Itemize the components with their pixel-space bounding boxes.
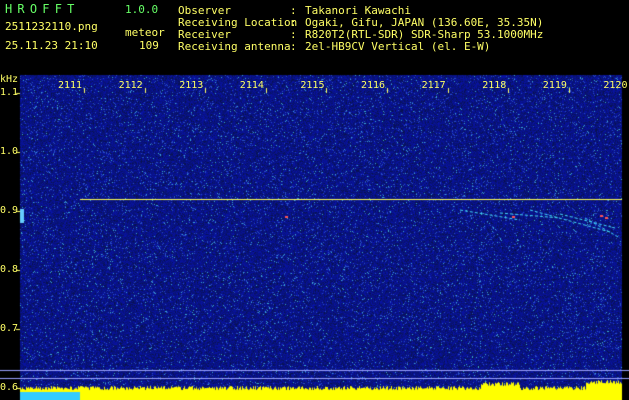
antenna-value: 2el-HB9CV Vertical (el. E-W) — [305, 40, 491, 53]
x-tick-label: 2111 — [58, 80, 83, 91]
y-tick-label: 0.8 — [0, 264, 19, 275]
app-version: 1.0.0 — [125, 3, 159, 16]
x-tick-label: 2119 — [542, 80, 567, 91]
header-panel: HROFFT 1.0.0 2511232110.png meteor 25.11… — [0, 0, 629, 72]
x-tick-label: 2118 — [482, 80, 507, 91]
x-tick-label: 2117 — [421, 80, 446, 91]
timestamp: 25.11.23 21:10 — [5, 39, 98, 52]
x-tick-label: 2115 — [300, 80, 325, 91]
y-tick-label: 1.0 — [0, 145, 19, 157]
y-unit-label: kHz — [0, 74, 19, 85]
y-tick-label: 1.1 — [0, 86, 19, 98]
file-name: 2511232110.png — [5, 20, 98, 33]
antenna-colon: : — [290, 40, 297, 53]
y-tick-label: 0.6 — [0, 382, 19, 394]
meteor-label: meteor — [125, 26, 165, 39]
x-tick-label: 2120 — [603, 80, 628, 91]
antenna-label: Receiving antenna — [178, 40, 291, 53]
y-tick-label: 0.9 — [0, 204, 19, 216]
meteor-count: 109 — [139, 39, 159, 52]
x-tick-label: 2114 — [239, 80, 264, 91]
x-tick-label: 2112 — [118, 80, 143, 91]
y-tick-label: 0.7 — [0, 323, 19, 335]
x-tick-label: 2113 — [179, 80, 204, 91]
x-tick-label: 2116 — [361, 80, 386, 91]
app-name: HROFFT — [5, 2, 80, 16]
